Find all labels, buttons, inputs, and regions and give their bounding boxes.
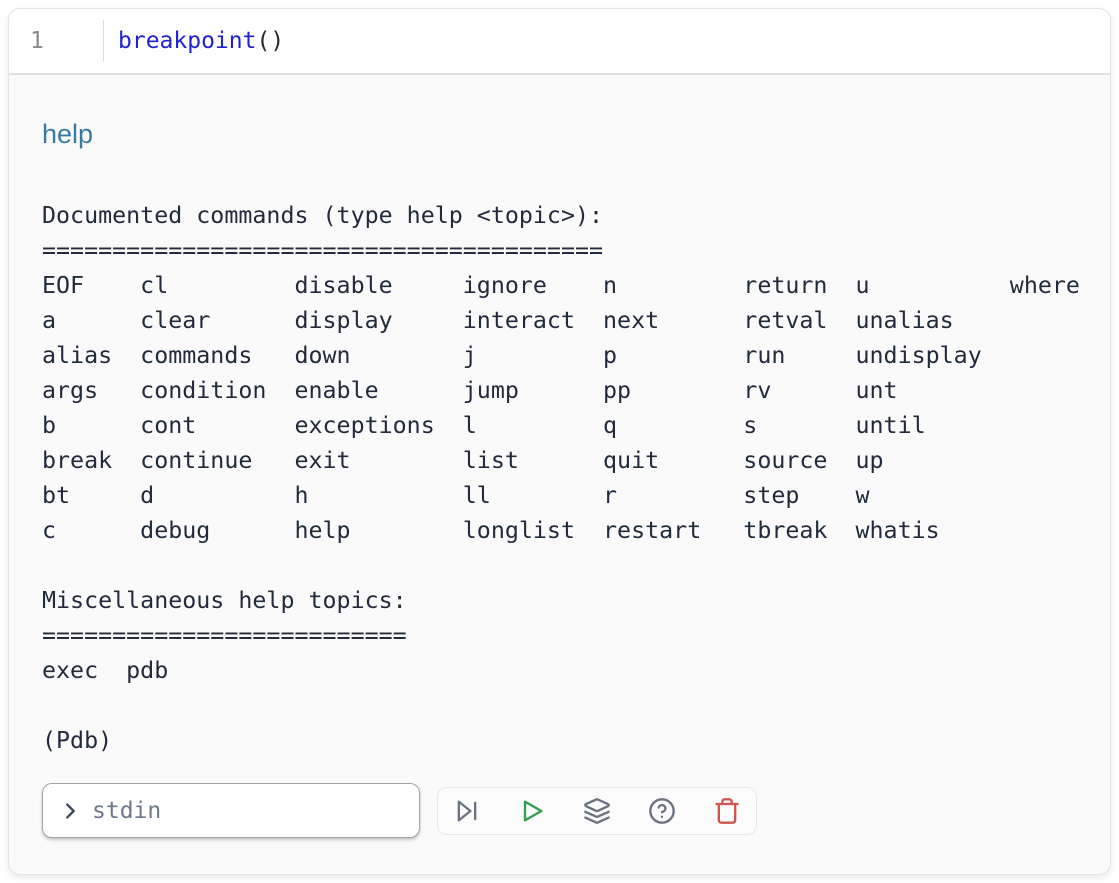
chevron-right-icon [59, 800, 81, 822]
skip-forward-icon [453, 797, 481, 825]
play-icon [518, 797, 546, 825]
skip-forward-button[interactable] [445, 789, 489, 833]
debugger-controls-row [42, 783, 1090, 838]
echoed-command: help [42, 121, 1090, 148]
help-circle-icon [648, 797, 676, 825]
clear-button[interactable] [705, 789, 749, 833]
line-number: 1 [9, 28, 103, 54]
run-button[interactable] [510, 789, 554, 833]
debugger-cell-card: 1 breakpoint() help Documented commands … [8, 8, 1111, 875]
trash-icon [713, 797, 741, 825]
code-parens: () [256, 28, 284, 54]
help-button[interactable] [640, 789, 684, 833]
code-editor[interactable]: 1 breakpoint() [9, 9, 1110, 75]
console-text: Documented commands (type help <topic>):… [42, 198, 1090, 758]
code-function-name: breakpoint [118, 28, 256, 54]
stdin-inputbox[interactable] [42, 783, 420, 838]
layers-icon [583, 797, 611, 825]
stack-button[interactable] [575, 789, 619, 833]
code-line[interactable]: breakpoint() [104, 28, 284, 54]
console-output: help Documented commands (type help <top… [9, 75, 1110, 838]
stdin-input[interactable] [92, 798, 405, 824]
debugger-toolbar [437, 787, 757, 835]
